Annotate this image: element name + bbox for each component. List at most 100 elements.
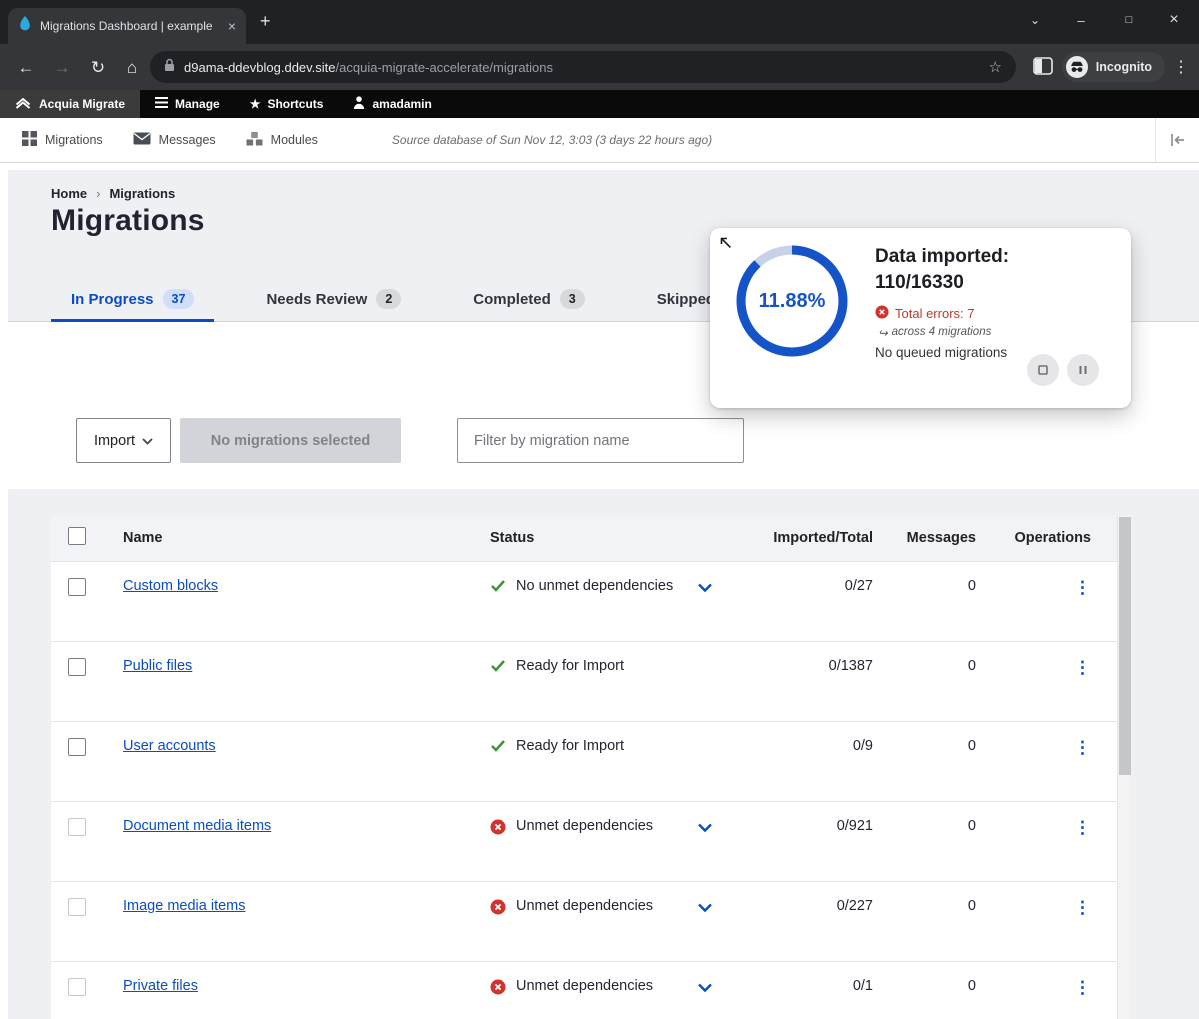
header-messages: Messages (873, 530, 979, 546)
side-panel-icon[interactable] (1033, 57, 1053, 80)
messages-nav-item[interactable]: Messages (125, 132, 224, 148)
home-button[interactable]: ⌂ (118, 54, 146, 82)
breadcrumb-home-link[interactable]: Home (51, 186, 87, 201)
select-all-checkbox[interactable] (68, 527, 86, 545)
operations-kebab-icon[interactable]: ⋮ (1074, 578, 1091, 597)
status-text: Unmet dependencies (516, 898, 653, 914)
tabs: In Progress37 Needs Review2 Completed3 Skip… (51, 277, 735, 321)
messages-count: 0 (968, 658, 976, 674)
page-title: Migrations (51, 204, 205, 238)
row-checkbox[interactable] (68, 738, 86, 756)
tab-count-badge: 37 (163, 289, 195, 309)
across-migrations-note: ↪ across 4 migrations (878, 326, 991, 340)
stop-button[interactable] (1027, 354, 1059, 386)
error-icon (875, 305, 889, 322)
window-close-button[interactable]: × (1151, 2, 1197, 38)
operations-kebab-icon[interactable]: ⋮ (1074, 738, 1091, 757)
shortcuts-menu-item[interactable]: ★ Shortcuts (235, 90, 339, 118)
row-checkbox[interactable] (68, 578, 86, 596)
tab-completed[interactable]: Completed3 (453, 277, 604, 321)
chevron-down-icon[interactable] (697, 821, 713, 837)
browser-tab[interactable]: Migrations Dashboard | example × (8, 8, 246, 44)
across-migrations-label: across 4 migrations (892, 326, 992, 340)
pause-button[interactable] (1067, 354, 1099, 386)
data-imported-fraction: 110/16330 (875, 272, 964, 294)
row-checkbox (68, 898, 86, 916)
address-bar[interactable]: d9ama-ddevblog.ddev.site/acquia-migrate-… (150, 51, 1016, 83)
acquia-migrate-brand[interactable]: Acquia Migrate (0, 90, 140, 118)
browser-window: Migrations Dashboard | example × + ⌄ – □… (0, 0, 1199, 1019)
imported-total-value: 0/1387 (829, 658, 873, 674)
table-row: Custom blocksNo unmet dependencies0/270⋮ (51, 561, 1131, 641)
status-text: Ready for Import (516, 658, 624, 674)
browser-menu-icon[interactable]: ⋮ (1173, 57, 1189, 77)
tab-search-icon[interactable]: ⌄ (1012, 2, 1058, 38)
brand-label: Acquia Migrate (39, 97, 125, 111)
migration-name-link[interactable]: Document media items (123, 818, 271, 834)
user-icon (353, 96, 365, 112)
reload-button[interactable]: ↻ (84, 54, 112, 82)
row-checkbox[interactable] (68, 658, 86, 676)
status-text: Unmet dependencies (516, 818, 653, 834)
chevron-down-icon[interactable] (697, 901, 713, 917)
total-errors-link[interactable]: Total errors: 7 (875, 305, 974, 322)
tab-label: Skipped (657, 291, 715, 308)
url-domain: d9ama-ddevblog.ddev.site (184, 60, 336, 75)
migration-name-link[interactable]: User accounts (123, 738, 216, 754)
migration-name-link[interactable]: Custom blocks (123, 578, 218, 594)
row-checkbox (68, 978, 86, 996)
secondary-toolbar: Migrations Messages Modules Source datab… (0, 118, 1199, 163)
operations-kebab-icon[interactable]: ⋮ (1074, 898, 1091, 917)
operations-kebab-icon[interactable]: ⋮ (1074, 658, 1091, 677)
table-row: Public files Ready for Import 0/1387 0 ⋮ (51, 641, 1131, 721)
tab-label: Completed (473, 291, 551, 308)
modules-icon (246, 132, 263, 149)
back-button[interactable]: ← (12, 54, 40, 82)
manage-menu-item[interactable]: Manage (140, 90, 235, 118)
tab-in-progress[interactable]: In Progress37 (51, 277, 214, 321)
url-path: /acquia-migrate-accelerate/migrations (336, 60, 553, 75)
modules-nav-item[interactable]: Modules (238, 132, 326, 149)
incognito-label: Incognito (1096, 60, 1152, 74)
grid-icon (22, 131, 37, 149)
imported-total-value: 0/1 (853, 978, 873, 994)
header-name: Name (111, 530, 471, 546)
migration-name-link[interactable]: Image media items (123, 898, 246, 914)
window-maximize-button[interactable]: □ (1106, 2, 1152, 38)
migrations-nav-item[interactable]: Migrations (14, 131, 111, 149)
star-icon: ★ (250, 97, 261, 111)
chevron-down-icon[interactable] (697, 581, 713, 597)
incognito-badge[interactable]: Incognito (1062, 52, 1165, 82)
lock-icon (164, 58, 175, 77)
table-row: User accountsReady for Import0/90⋮ (51, 721, 1131, 801)
tab-close-icon[interactable]: × (228, 19, 236, 33)
bookmark-star-icon[interactable]: ☆ (989, 58, 1002, 76)
collapse-toolbar-icon[interactable] (1155, 118, 1199, 162)
user-menu-item[interactable]: amadamin (338, 90, 446, 118)
scrollbar-thumb[interactable] (1119, 517, 1131, 775)
operations-kebab-icon[interactable]: ⋮ (1074, 978, 1091, 997)
filter-input[interactable] (457, 418, 744, 463)
new-tab-button[interactable]: + (260, 11, 271, 32)
tab-needs-review[interactable]: Needs Review2 (246, 277, 421, 321)
status-ok-icon (490, 659, 506, 676)
row-checkbox (68, 818, 86, 836)
browser-titlebar: Migrations Dashboard | example × + ⌄ – □… (0, 0, 1199, 44)
progress-popup: 11.88% Data imported: 110/16330 Total er… (710, 228, 1131, 408)
pause-icon (1075, 362, 1091, 378)
migration-name-link[interactable]: Private files (123, 978, 198, 994)
migrations-table: Name Status Imported/Total Messages Oper… (51, 515, 1131, 1019)
table-scrollbar[interactable] (1117, 515, 1131, 1019)
manage-label: Manage (175, 97, 220, 111)
shortcuts-label: Shortcuts (267, 97, 323, 111)
import-button[interactable]: Import (76, 418, 171, 463)
header-operations: Operations (979, 530, 1131, 546)
window-minimize-button[interactable]: – (1058, 2, 1104, 38)
table-header-row: Name Status Imported/Total Messages Oper… (51, 515, 1131, 561)
migration-name-link[interactable]: Public files (123, 658, 192, 674)
chevron-down-icon[interactable] (697, 981, 713, 997)
operations-kebab-icon[interactable]: ⋮ (1074, 818, 1091, 837)
hamburger-icon (155, 97, 168, 111)
forward-button[interactable]: → (48, 54, 76, 82)
migrations-nav-label: Migrations (45, 133, 103, 147)
